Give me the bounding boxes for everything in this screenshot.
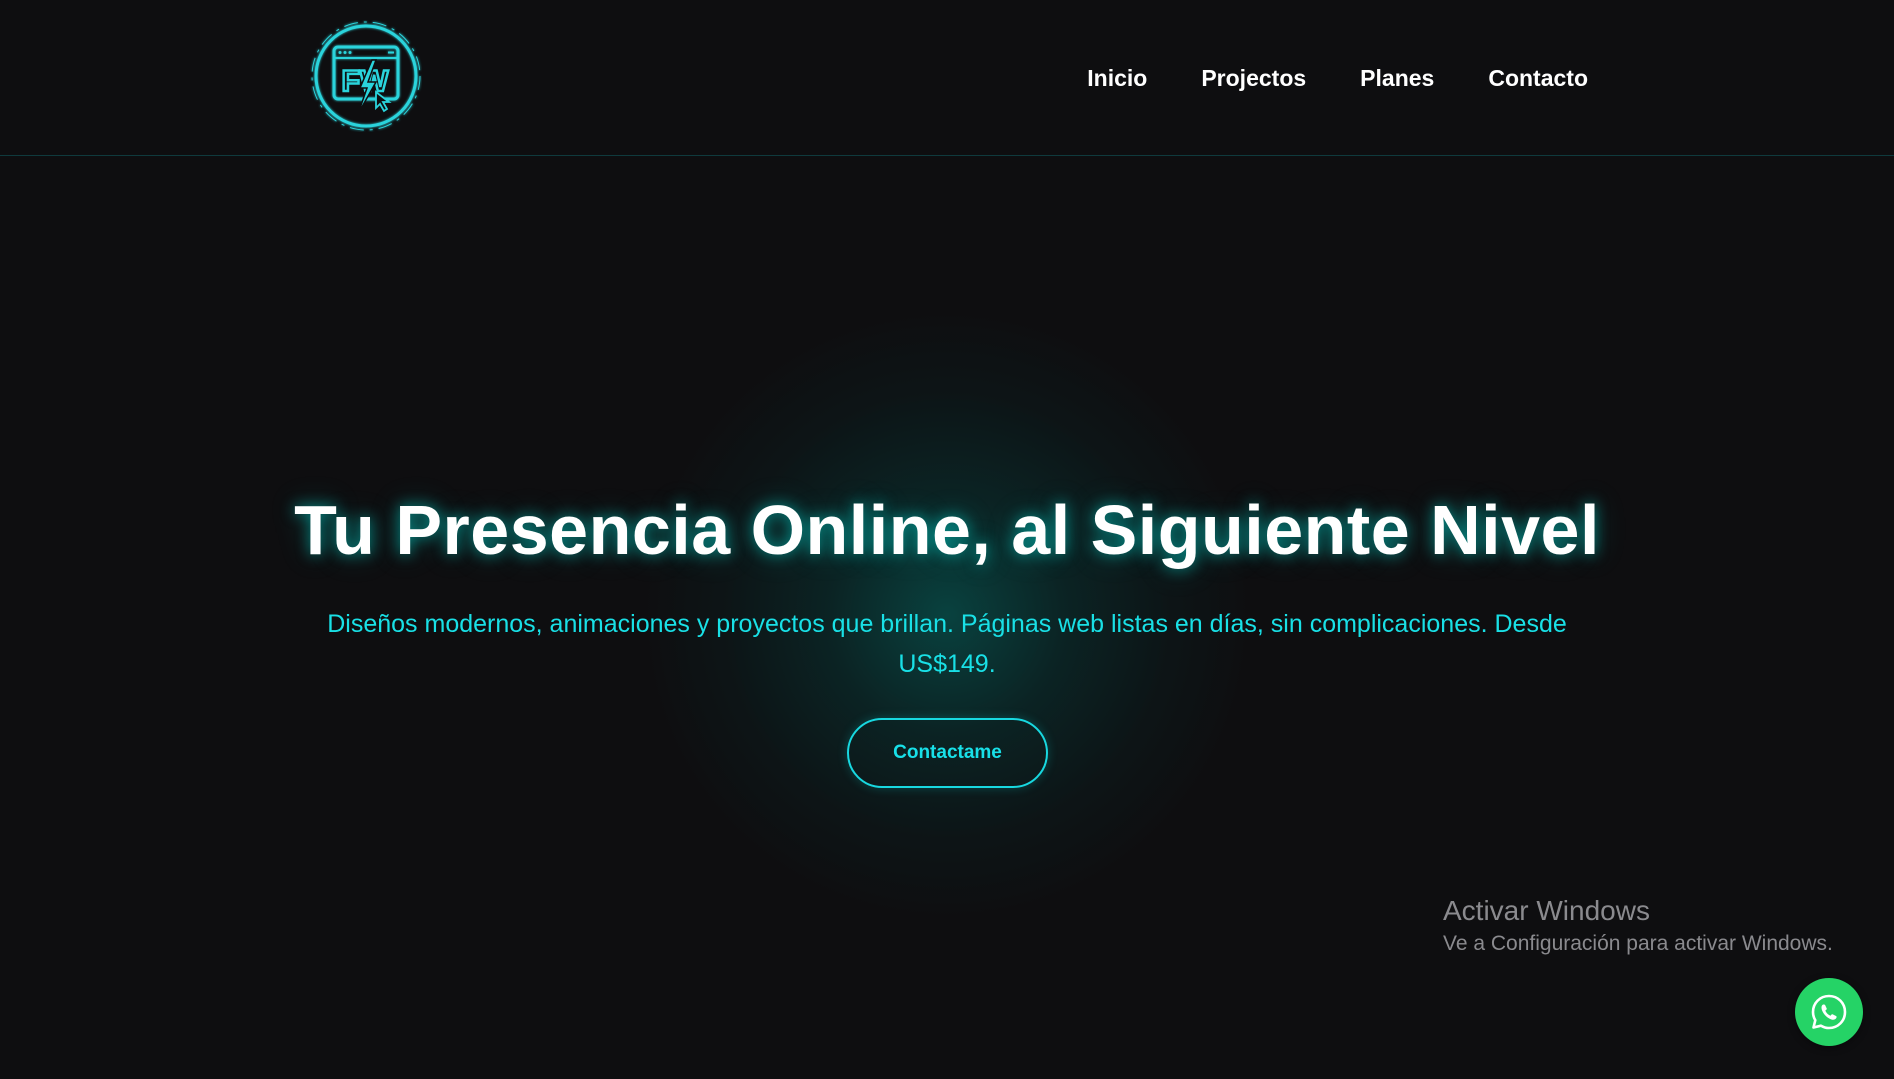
watermark-subtitle: Ve a Configuración para activar Windows. <box>1443 932 1833 955</box>
windows-activation-watermark: Activar Windows Ve a Configuración para … <box>1443 893 1833 959</box>
nav-link-planes[interactable]: Planes <box>1360 62 1434 94</box>
hero-title: Tu Presencia Online, al Siguiente Nivel <box>294 491 1600 569</box>
page: FW Inicio Projectos Planes Contacto Tu P… <box>0 0 1894 1079</box>
main-nav: Inicio Projectos Planes Contacto <box>1033 62 1588 94</box>
site-header: FW Inicio Projectos Planes Contacto <box>0 0 1894 156</box>
nav-link-inicio[interactable]: Inicio <box>1087 62 1147 94</box>
fw-logo-icon: FW <box>311 21 421 131</box>
nav-link-projectos[interactable]: Projectos <box>1201 62 1306 94</box>
hero-subtitle: Diseños modernos, animaciones y proyecto… <box>327 610 1567 678</box>
nav-link-contacto[interactable]: Contacto <box>1488 62 1588 94</box>
whatsapp-icon <box>1811 994 1847 1030</box>
contact-button[interactable]: Contactame <box>847 718 1048 788</box>
watermark-title: Activar Windows <box>1443 895 1650 926</box>
site-logo[interactable]: FW <box>310 20 422 132</box>
whatsapp-button[interactable] <box>1795 978 1863 1046</box>
